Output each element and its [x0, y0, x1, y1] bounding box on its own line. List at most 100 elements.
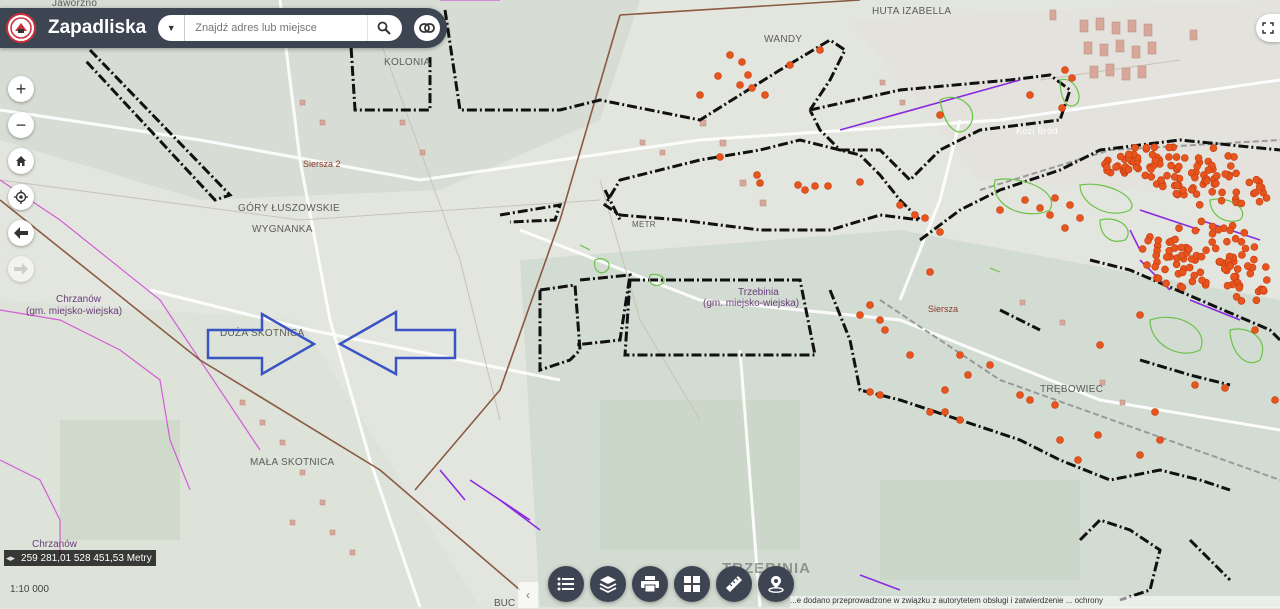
sinkhole-marker[interactable]: [1184, 245, 1193, 253]
home-button[interactable]: [8, 148, 34, 174]
sinkhole-marker[interactable]: [1159, 182, 1167, 191]
sinkhole-marker[interactable]: [1203, 177, 1211, 185]
search-button[interactable]: [367, 15, 400, 41]
sinkhole-marker[interactable]: [1147, 173, 1156, 181]
sinkhole-marker[interactable]: [921, 214, 929, 222]
sinkhole-marker[interactable]: [1255, 197, 1264, 206]
sinkhole-marker[interactable]: [1173, 181, 1181, 189]
sinkhole-marker[interactable]: [1061, 224, 1069, 232]
sinkhole-marker[interactable]: [1136, 451, 1144, 459]
sinkhole-marker[interactable]: [1177, 243, 1186, 252]
sinkhole-marker[interactable]: [1232, 188, 1241, 197]
sinkhole-marker[interactable]: [1252, 296, 1261, 305]
sinkhole-marker[interactable]: [1163, 171, 1171, 180]
sinkhole-marker[interactable]: [1250, 243, 1259, 251]
sinkhole-marker[interactable]: [866, 301, 874, 309]
sinkhole-marker[interactable]: [1165, 153, 1173, 161]
sinkhole-marker[interactable]: [811, 182, 819, 190]
sinkhole-marker[interactable]: [1209, 144, 1218, 152]
sinkhole-marker[interactable]: [1177, 251, 1186, 260]
sinkhole-marker[interactable]: [1162, 279, 1170, 288]
sinkhole-marker[interactable]: [1051, 194, 1059, 202]
sinkhole-marker[interactable]: [1147, 165, 1155, 173]
sinkhole-marker[interactable]: [926, 408, 934, 416]
sinkhole-marker[interactable]: [1152, 251, 1160, 260]
sinkhole-marker[interactable]: [1144, 236, 1152, 245]
sinkhole-marker[interactable]: [1218, 188, 1226, 197]
sinkhole-marker[interactable]: [744, 71, 752, 79]
sinkhole-marker[interactable]: [1175, 224, 1183, 232]
layers-button[interactable]: [590, 566, 626, 602]
sinkhole-marker[interactable]: [1214, 226, 1223, 234]
sinkhole-marker[interactable]: [1246, 269, 1255, 278]
sinkhole-marker[interactable]: [1046, 211, 1054, 219]
share-link-button[interactable]: [414, 15, 441, 41]
sinkhole-marker[interactable]: [1223, 237, 1231, 246]
legend-button[interactable]: [548, 566, 584, 602]
sinkhole-marker[interactable]: [866, 388, 874, 396]
sinkhole-marker[interactable]: [1094, 431, 1102, 439]
sinkhole-marker[interactable]: [1076, 214, 1084, 222]
sinkhole-marker[interactable]: [1223, 281, 1232, 290]
sinkhole-marker[interactable]: [1157, 176, 1165, 184]
next-extent-button[interactable]: [8, 256, 34, 282]
sinkhole-marker[interactable]: [1259, 286, 1268, 295]
sinkhole-marker[interactable]: [1165, 143, 1173, 152]
sinkhole-marker[interactable]: [1161, 265, 1169, 274]
sinkhole-marker[interactable]: [1156, 436, 1164, 444]
sinkhole-marker[interactable]: [956, 351, 964, 359]
sinkhole-marker[interactable]: [1255, 182, 1264, 191]
sinkhole-marker[interactable]: [1224, 152, 1232, 160]
sinkhole-marker[interactable]: [1191, 226, 1200, 235]
sinkhole-marker[interactable]: [753, 171, 761, 179]
sinkhole-marker[interactable]: [1271, 396, 1279, 404]
sinkhole-marker[interactable]: [1235, 284, 1244, 292]
sinkhole-marker[interactable]: [756, 179, 764, 187]
sinkhole-marker[interactable]: [1187, 186, 1196, 194]
map-canvas[interactable]: Jaworzno HUTA IZABELLA WANDY KOLONIA Sie…: [0, 0, 1280, 607]
sinkhole-marker[interactable]: [1197, 217, 1206, 226]
sinkhole-marker[interactable]: [1016, 391, 1024, 399]
sinkhole-marker[interactable]: [1096, 341, 1104, 349]
sinkhole-marker[interactable]: [1245, 178, 1254, 187]
sinkhole-marker[interactable]: [1116, 152, 1125, 161]
sinkhole-marker[interactable]: [856, 178, 864, 186]
app-logo[interactable]: [6, 13, 36, 43]
sinkhole-marker[interactable]: [1262, 263, 1270, 271]
sinkhole-marker[interactable]: [936, 111, 944, 119]
zoom-out-button[interactable]: −: [8, 112, 34, 138]
sinkhole-marker[interactable]: [1151, 262, 1159, 271]
sinkhole-marker[interactable]: [1216, 257, 1224, 266]
sinkhole-marker[interactable]: [1196, 268, 1205, 277]
sinkhole-marker[interactable]: [1211, 244, 1220, 253]
sinkhole-marker[interactable]: [1138, 245, 1147, 253]
coordinate-toggle-icon[interactable]: ◂▸: [6, 553, 15, 564]
sinkhole-marker[interactable]: [1179, 186, 1187, 194]
sinkhole-marker[interactable]: [1251, 188, 1260, 197]
sinkhole-marker[interactable]: [1171, 235, 1179, 244]
sinkhole-marker[interactable]: [1208, 188, 1216, 196]
sinkhole-marker[interactable]: [1191, 381, 1199, 389]
sinkhole-marker[interactable]: [1263, 276, 1271, 284]
sinkhole-marker[interactable]: [911, 211, 919, 219]
geolocate-button[interactable]: [758, 566, 794, 602]
sinkhole-marker[interactable]: [1226, 262, 1234, 270]
sinkhole-marker[interactable]: [1204, 166, 1213, 174]
sinkhole-marker[interactable]: [1150, 143, 1159, 152]
sinkhole-marker[interactable]: [1250, 255, 1258, 264]
sinkhole-marker[interactable]: [1171, 244, 1179, 252]
sinkhole-marker[interactable]: [1213, 172, 1221, 180]
sinkhole-marker[interactable]: [738, 58, 746, 66]
sinkhole-marker[interactable]: [816, 46, 824, 54]
sinkhole-marker[interactable]: [696, 91, 704, 99]
sinkhole-marker[interactable]: [1244, 262, 1252, 270]
sinkhole-marker[interactable]: [986, 361, 994, 369]
sinkhole-marker[interactable]: [1068, 74, 1076, 82]
sinkhole-marker[interactable]: [896, 201, 904, 209]
sinkhole-marker[interactable]: [1202, 246, 1210, 254]
sinkhole-marker[interactable]: [736, 81, 744, 89]
sinkhole-marker[interactable]: [1226, 226, 1234, 235]
sinkhole-marker[interactable]: [714, 72, 722, 80]
sinkhole-marker[interactable]: [1167, 161, 1175, 170]
sinkhole-marker[interactable]: [1198, 276, 1206, 285]
